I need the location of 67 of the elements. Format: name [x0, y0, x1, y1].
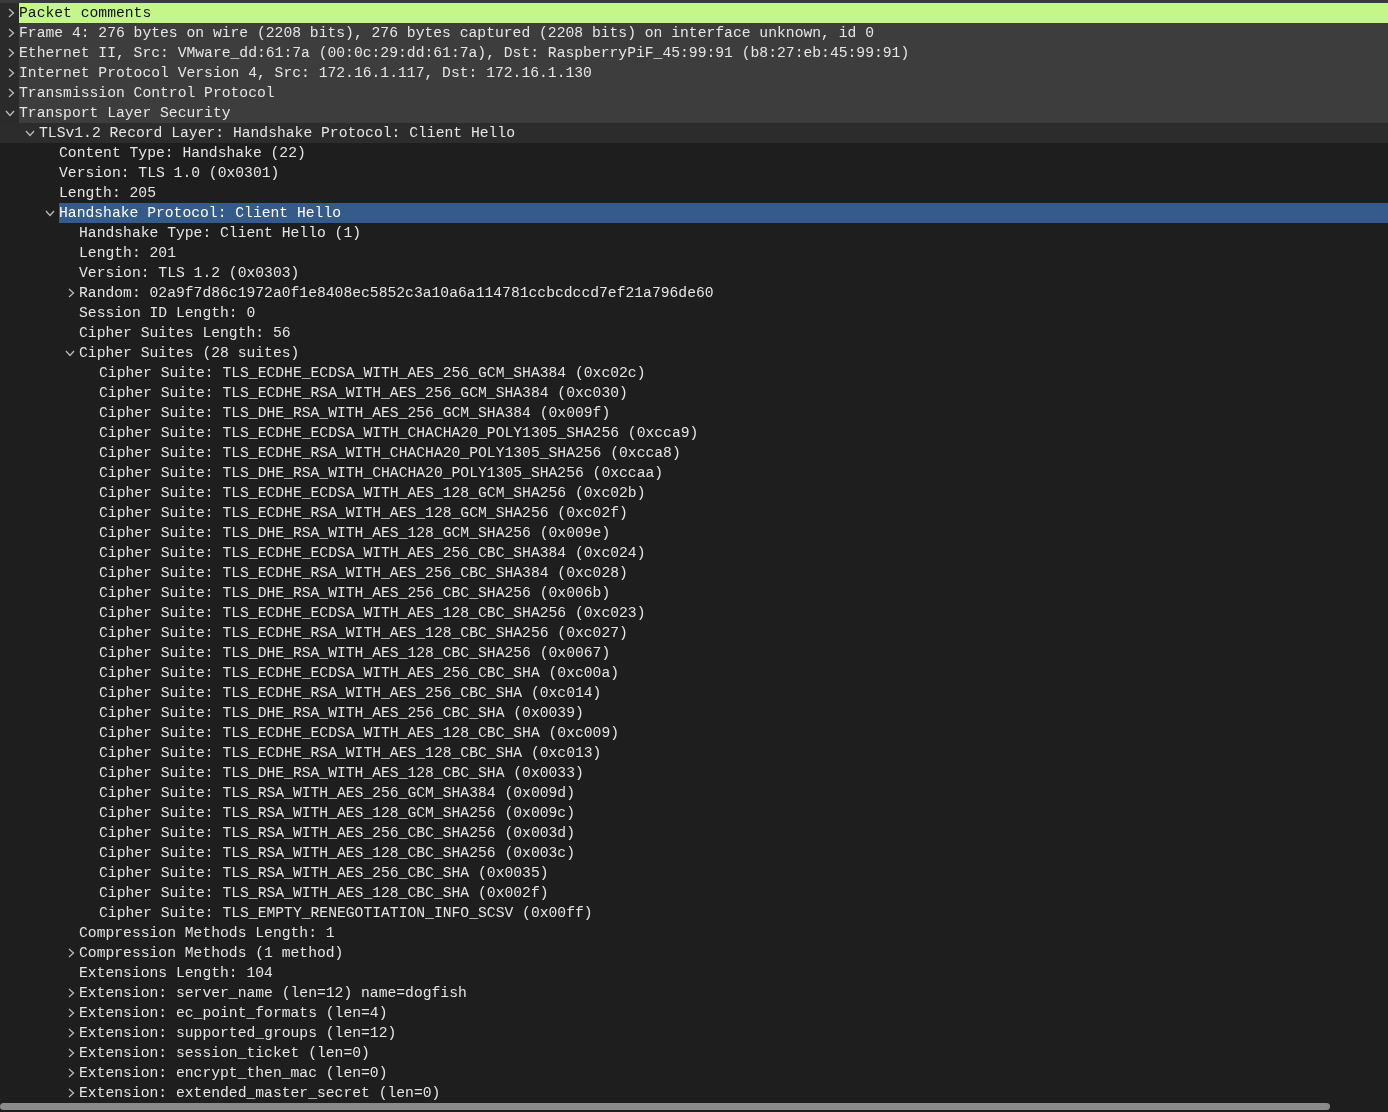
tree-item[interactable]: Cipher Suite: TLS_DHE_RSA_WITH_AES_128_GCM_SHA256 (0x009e)	[99, 523, 1388, 543]
chevron-right-icon[interactable]	[68, 1088, 75, 1098]
tree-item[interactable]: Length: 201	[79, 243, 1388, 263]
chevron-right-icon[interactable]	[68, 948, 75, 958]
tree-item[interactable]: Version: TLS 1.2 (0x0303)	[79, 263, 1388, 283]
tree-item[interactable]: Extension: supported_groups (len=12)	[79, 1023, 1388, 1043]
tree-item[interactable]: Extension: server_name (len=12) name=dogfish	[79, 983, 1388, 1003]
tree-item[interactable]: Cipher Suite: TLS_DHE_RSA_WITH_AES_256_CBC_SHA256 (0x006b)	[99, 583, 1388, 603]
chevron-down-icon[interactable]	[65, 349, 75, 357]
tree-item[interactable]: Cipher Suite: TLS_ECDHE_ECDSA_WITH_AES_128_CBC_SHA (0xc009)	[99, 723, 1388, 743]
tree-item[interactable]: Random: 02a9f7d86c1972a0f1e8408ec5852c3a10a6a114781ccbcdccd7ef21a796de60	[79, 283, 1388, 303]
chevron-right-icon[interactable]	[8, 8, 15, 18]
tree-item[interactable]: Cipher Suite: TLS_RSA_WITH_AES_256_CBC_SHA256 (0x003d)	[99, 823, 1388, 843]
tree-item[interactable]: Extensions Length: 104	[79, 963, 1388, 983]
tree-item[interactable]: Extension: extended_master_secret (len=0)	[79, 1083, 1388, 1103]
tree-item[interactable]: Cipher Suite: TLS_ECDHE_RSA_WITH_AES_128_GCM_SHA256 (0xc02f)	[99, 503, 1388, 523]
tree-item[interactable]: Content Type: Handshake (22)	[59, 143, 1388, 163]
tree-item[interactable]: Cipher Suite: TLS_RSA_WITH_AES_128_CBC_SHA (0x002f)	[99, 883, 1388, 903]
tree-item[interactable]: Cipher Suites (28 suites)	[79, 343, 1388, 363]
tree-item[interactable]: Cipher Suite: TLS_ECDHE_ECDSA_WITH_AES_256_GCM_SHA384 (0xc02c)	[99, 363, 1388, 383]
tree-item[interactable]: Compression Methods Length: 1	[79, 923, 1388, 943]
chevron-down-icon[interactable]	[5, 109, 15, 117]
tree-item[interactable]: Packet comments	[19, 3, 1388, 23]
tree-item[interactable]: Cipher Suite: TLS_ECDHE_RSA_WITH_AES_128_CBC_SHA (0xc013)	[99, 743, 1388, 763]
tree-item[interactable]: Cipher Suite: TLS_ECDHE_ECDSA_WITH_AES_128_CBC_SHA256 (0xc023)	[99, 603, 1388, 623]
tree-item[interactable]: Extension: session_ticket (len=0)	[79, 1043, 1388, 1063]
chevron-down-icon[interactable]	[45, 209, 55, 217]
chevron-right-icon[interactable]	[68, 288, 75, 298]
tree-item[interactable]: Extension: encrypt_then_mac (len=0)	[79, 1063, 1388, 1083]
chevron-right-icon[interactable]	[68, 1068, 75, 1078]
tree-item[interactable]: Cipher Suite: TLS_DHE_RSA_WITH_AES_128_CBC_SHA256 (0x0067)	[99, 643, 1388, 663]
tree-item[interactable]: Cipher Suite: TLS_DHE_RSA_WITH_AES_128_CBC_SHA (0x0033)	[99, 763, 1388, 783]
chevron-down-icon[interactable]	[25, 129, 35, 137]
tree-item[interactable]: Cipher Suite: TLS_RSA_WITH_AES_256_GCM_SHA384 (0x009d)	[99, 783, 1388, 803]
tree-item[interactable]: Session ID Length: 0	[79, 303, 1388, 323]
tree-item[interactable]: Cipher Suite: TLS_ECDHE_ECDSA_WITH_AES_256_CBC_SHA384 (0xc024)	[99, 543, 1388, 563]
chevron-right-icon[interactable]	[8, 68, 15, 78]
tree-item[interactable]: Cipher Suite: TLS_ECDHE_RSA_WITH_CHACHA20_POLY1305_SHA256 (0xcca8)	[99, 443, 1388, 463]
chevron-right-icon[interactable]	[68, 988, 75, 998]
tree-item[interactable]: Handshake Type: Client Hello (1)	[79, 223, 1388, 243]
tree-item[interactable]: Handshake Protocol: Client Hello	[59, 203, 1388, 223]
horizontal-scrollbar[interactable]	[0, 1103, 1330, 1110]
tree-item[interactable]: Cipher Suite: TLS_RSA_WITH_AES_256_CBC_SHA (0x0035)	[99, 863, 1388, 883]
tree-item[interactable]: Version: TLS 1.0 (0x0301)	[59, 163, 1388, 183]
tree-item[interactable]: Cipher Suite: TLS_ECDHE_ECDSA_WITH_AES_256_CBC_SHA (0xc00a)	[99, 663, 1388, 683]
tree-item[interactable]: Cipher Suite: TLS_ECDHE_RSA_WITH_AES_128_CBC_SHA256 (0xc027)	[99, 623, 1388, 643]
tree-item[interactable]: Cipher Suite: TLS_RSA_WITH_AES_128_GCM_SHA256 (0x009c)	[99, 803, 1388, 823]
tree-item[interactable]: Compression Methods (1 method)	[79, 943, 1388, 963]
chevron-right-icon[interactable]	[68, 1028, 75, 1038]
tree-item[interactable]: Cipher Suite: TLS_ECDHE_RSA_WITH_AES_256_CBC_SHA384 (0xc028)	[99, 563, 1388, 583]
chevron-right-icon[interactable]	[68, 1048, 75, 1058]
tree-item[interactable]: Cipher Suite: TLS_ECDHE_ECDSA_WITH_CHACHA20_POLY1305_SHA256 (0xcca9)	[99, 423, 1388, 443]
tree-item[interactable]: Cipher Suite: TLS_ECDHE_RSA_WITH_AES_256_GCM_SHA384 (0xc030)	[99, 383, 1388, 403]
chevron-right-icon[interactable]	[68, 1008, 75, 1018]
tree-item[interactable]: Extension: ec_point_formats (len=4)	[79, 1003, 1388, 1023]
tree-item[interactable]: Cipher Suite: TLS_ECDHE_RSA_WITH_AES_256_CBC_SHA (0xc014)	[99, 683, 1388, 703]
chevron-right-icon[interactable]	[8, 28, 15, 38]
tree-item[interactable]: Cipher Suite: TLS_EMPTY_RENEGOTIATION_INFO_SCSV (0x00ff)	[99, 903, 1388, 923]
tree-item[interactable]: Cipher Suite: TLS_DHE_RSA_WITH_AES_256_CBC_SHA (0x0039)	[99, 703, 1388, 723]
tree-item[interactable]: Cipher Suites Length: 56	[79, 323, 1388, 343]
tree-item[interactable]: Cipher Suite: TLS_DHE_RSA_WITH_CHACHA20_POLY1305_SHA256 (0xccaa)	[99, 463, 1388, 483]
tree-item[interactable]: Length: 205	[59, 183, 1388, 203]
chevron-right-icon[interactable]	[8, 48, 15, 58]
tree-item[interactable]: Cipher Suite: TLS_RSA_WITH_AES_128_CBC_SHA256 (0x003c)	[99, 843, 1388, 863]
tree-item[interactable]: Cipher Suite: TLS_ECDHE_ECDSA_WITH_AES_128_GCM_SHA256 (0xc02b)	[99, 483, 1388, 503]
chevron-right-icon[interactable]	[8, 88, 15, 98]
tree-item[interactable]: Cipher Suite: TLS_DHE_RSA_WITH_AES_256_GCM_SHA384 (0x009f)	[99, 403, 1388, 423]
